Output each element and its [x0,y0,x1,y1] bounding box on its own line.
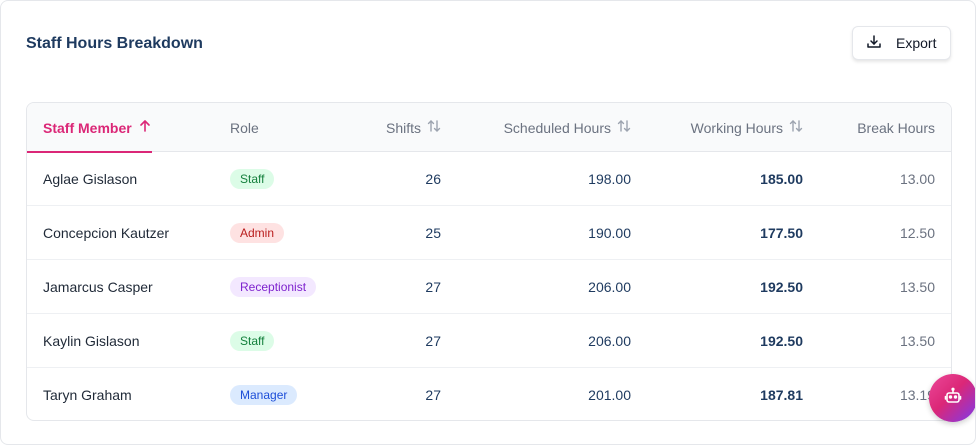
scheduled-hours-value: 190.00 [588,225,631,241]
role-badge: Staff [230,331,275,351]
working-hours-value: 192.50 [760,279,803,295]
working-hours-value: 192.50 [760,333,803,349]
table-header: Staff Member Role Shifts Scheduled Hours… [27,103,951,153]
export-label: Export [896,35,937,51]
shifts-value: 27 [425,387,441,403]
column-header-shifts[interactable]: Shifts [386,103,441,152]
shifts-value: 26 [425,171,441,187]
staff-name: Taryn Graham [43,387,132,403]
shifts-value: 27 [425,279,441,295]
staff-hours-card: Staff Hours Breakdown Export Staff Membe… [0,0,976,445]
column-header-working-hours[interactable]: Working Hours [691,103,803,152]
table-row[interactable]: Jamarcus Casper Receptionist 27 206.00 1… [27,260,951,314]
column-header-role[interactable]: Role [230,103,259,152]
sort-arrows-icon [427,119,441,136]
role-badge: Staff [230,169,275,189]
card-title: Staff Hours Breakdown [26,35,203,52]
break-hours-value: 12.50 [899,225,935,241]
scheduled-hours-value: 201.00 [588,387,631,403]
staff-name: Kaylin Gislason [43,333,140,349]
table-row[interactable]: Kaylin Gislason Staff 27 206.00 192.50 1… [27,314,951,368]
shifts-value: 25 [425,225,441,241]
working-hours-value: 185.00 [760,171,803,187]
break-hours-value: 13.50 [899,333,935,349]
shifts-value: 27 [425,333,441,349]
scheduled-hours-value: 206.00 [588,333,631,349]
assistant-button[interactable] [929,374,975,422]
scheduled-hours-value: 198.00 [588,171,631,187]
staff-name: Aglae Gislason [43,171,138,187]
robot-icon [943,386,963,411]
table-row[interactable]: Aglae Gislason Staff 26 198.00 185.00 13… [27,152,951,206]
working-hours-value: 177.50 [760,225,803,241]
role-badge: Receptionist [230,277,317,297]
staff-hours-table: Staff Member Role Shifts Scheduled Hours… [26,102,952,421]
role-badge: Manager [230,385,298,405]
column-header-break-hours[interactable]: Break Hours [857,103,935,152]
break-hours-value: 13.00 [899,171,935,187]
table-row[interactable]: Taryn Graham Manager 27 201.00 187.81 13… [27,368,951,420]
column-header-staff-member[interactable]: Staff Member [27,103,152,153]
break-hours-value: 13.50 [899,279,935,295]
scheduled-hours-value: 206.00 [588,279,631,295]
table-row[interactable]: Concepcion Kautzer Admin 25 190.00 177.5… [27,206,951,260]
role-badge: Admin [230,223,285,243]
column-header-scheduled-hours[interactable]: Scheduled Hours [504,103,631,152]
staff-name: Concepcion Kautzer [43,225,170,241]
sort-arrows-icon [617,119,631,136]
export-button[interactable]: Export [852,26,951,60]
download-icon [866,34,882,53]
sort-arrows-icon [789,119,803,136]
staff-name: Jamarcus Casper [43,279,153,295]
working-hours-value: 187.81 [760,387,803,403]
arrow-up-icon [138,119,152,136]
